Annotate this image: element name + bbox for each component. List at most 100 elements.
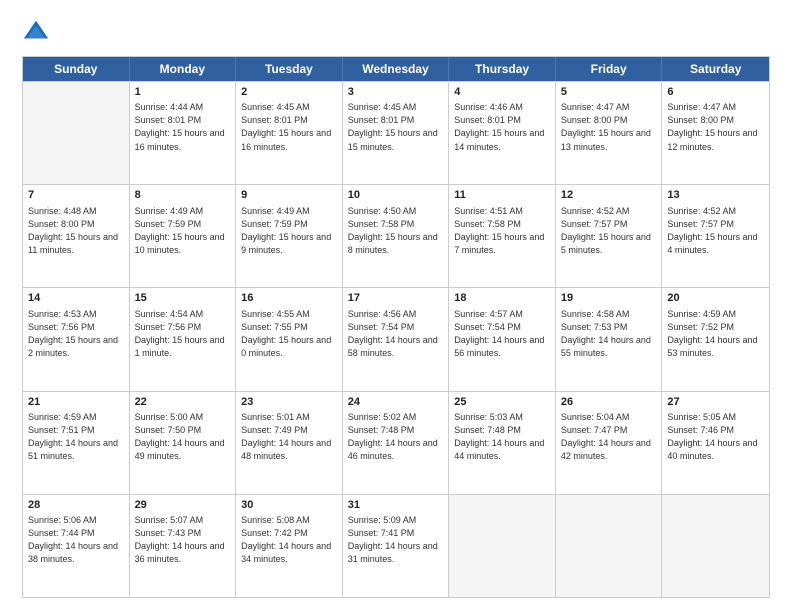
cell-info: Sunrise: 5:04 AMSunset: 7:47 PMDaylight:… — [561, 411, 657, 463]
cal-cell: 1Sunrise: 4:44 AMSunset: 8:01 PMDaylight… — [130, 82, 237, 184]
cal-cell: 3Sunrise: 4:45 AMSunset: 8:01 PMDaylight… — [343, 82, 450, 184]
header-day-sunday: Sunday — [23, 57, 130, 81]
cell-info: Sunrise: 4:55 AMSunset: 7:55 PMDaylight:… — [241, 308, 337, 360]
day-number: 25 — [454, 395, 550, 410]
cal-cell: 26Sunrise: 5:04 AMSunset: 7:47 PMDayligh… — [556, 392, 663, 494]
cal-cell: 13 Sunrise: 4:52 AMSunset: 7:57 PMDayligh… — [662, 185, 769, 287]
logo-icon — [22, 18, 50, 46]
cal-cell: 4Sunrise: 4:46 AMSunset: 8:01 PMDaylight… — [449, 82, 556, 184]
cal-cell: 16 Sunrise: 4:55 AMSunset: 7:55 PMDayligh… — [236, 288, 343, 390]
cal-cell: 18 Sunrise: 4:57 AMSunset: 7:54 PMDayligh… — [449, 288, 556, 390]
calendar-row-1: 1Sunrise: 4:44 AMSunset: 8:01 PMDaylight… — [23, 81, 769, 184]
cal-cell: 14 Sunrise: 4:53 AMSunset: 7:56 PMDayligh… — [23, 288, 130, 390]
cell-info: Sunrise: 5:03 AMSunset: 7:48 PMDaylight:… — [454, 411, 550, 463]
cell-info: Sunrise: 5:00 AMSunset: 7:50 PMDaylight:… — [135, 411, 231, 463]
cell-info: Sunrise: 5:06 AMSunset: 7:44 PMDaylight:… — [28, 514, 124, 566]
cal-cell: 7 Sunrise: 4:48 AMSunset: 8:00 PMDaylight… — [23, 185, 130, 287]
cal-cell — [556, 495, 663, 597]
calendar-row-4: 21Sunrise: 4:59 AMSunset: 7:51 PMDayligh… — [23, 391, 769, 494]
cell-info: Sunrise: 4:50 AMSunset: 7:58 PMDaylight:… — [348, 205, 444, 257]
day-number: 23 — [241, 395, 337, 410]
cal-cell: 31Sunrise: 5:09 AMSunset: 7:41 PMDayligh… — [343, 495, 450, 597]
cell-info: Sunrise: 5:02 AMSunset: 7:48 PMDaylight:… — [348, 411, 444, 463]
cal-cell: 12 Sunrise: 4:52 AMSunset: 7:57 PMDayligh… — [556, 185, 663, 287]
cell-info: Sunrise: 5:07 AMSunset: 7:43 PMDaylight:… — [135, 514, 231, 566]
header-day-tuesday: Tuesday — [236, 57, 343, 81]
day-number: 12 — [561, 188, 657, 203]
cal-cell: 8 Sunrise: 4:49 AMSunset: 7:59 PMDaylight… — [130, 185, 237, 287]
cal-cell: 20Sunrise: 4:59 AMSunset: 7:52 PMDayligh… — [662, 288, 769, 390]
day-number: 29 — [135, 498, 231, 513]
header-day-wednesday: Wednesday — [343, 57, 450, 81]
cal-cell: 10 Sunrise: 4:50 AMSunset: 7:58 PMDayligh… — [343, 185, 450, 287]
cell-info: Sunrise: 4:59 AMSunset: 7:52 PMDaylight:… — [667, 308, 764, 360]
day-number: 13 — [667, 188, 764, 203]
cal-cell: 11Sunrise: 4:51 AMSunset: 7:58 PMDayligh… — [449, 185, 556, 287]
day-number: 27 — [667, 395, 764, 410]
cal-cell: 9Sunrise: 4:49 AMSunset: 7:59 PMDaylight… — [236, 185, 343, 287]
cal-cell — [662, 495, 769, 597]
day-number: 3 — [348, 85, 444, 100]
header — [22, 18, 770, 46]
day-number: 4 — [454, 85, 550, 100]
day-number: 22 — [135, 395, 231, 410]
cell-info: Sunrise: 5:05 AMSunset: 7:46 PMDaylight:… — [667, 411, 764, 463]
cal-cell: 22Sunrise: 5:00 AMSunset: 7:50 PMDayligh… — [130, 392, 237, 494]
cal-cell — [449, 495, 556, 597]
logo — [22, 18, 54, 46]
cell-info: Sunrise: 4:49 AMSunset: 7:59 PMDaylight:… — [135, 205, 231, 257]
cell-info: Sunrise: 4:56 AMSunset: 7:54 PMDaylight:… — [348, 308, 444, 360]
cell-info: Sunrise: 4:46 AMSunset: 8:01 PMDaylight:… — [454, 101, 550, 153]
day-number: 2 — [241, 85, 337, 100]
cal-cell: 17 Sunrise: 4:56 AMSunset: 7:54 PMDayligh… — [343, 288, 450, 390]
day-number: 1 — [135, 85, 231, 100]
cal-cell: 2Sunrise: 4:45 AMSunset: 8:01 PMDaylight… — [236, 82, 343, 184]
day-number: 5 — [561, 85, 657, 100]
cell-info: Sunrise: 5:09 AMSunset: 7:41 PMDaylight:… — [348, 514, 444, 566]
day-number: 19 — [561, 291, 657, 306]
cal-cell: 24Sunrise: 5:02 AMSunset: 7:48 PMDayligh… — [343, 392, 450, 494]
cal-cell: 6Sunrise: 4:47 AMSunset: 8:00 PMDaylight… — [662, 82, 769, 184]
calendar-row-5: 28Sunrise: 5:06 AMSunset: 7:44 PMDayligh… — [23, 494, 769, 597]
cal-cell: 5Sunrise: 4:47 AMSunset: 8:00 PMDaylight… — [556, 82, 663, 184]
day-number: 18 — [454, 291, 550, 306]
day-number: 30 — [241, 498, 337, 513]
header-day-friday: Friday — [556, 57, 663, 81]
day-number: 9 — [241, 188, 337, 203]
day-number: 14 — [28, 291, 124, 306]
header-day-monday: Monday — [130, 57, 237, 81]
cell-info: Sunrise: 4:53 AMSunset: 7:56 PMDaylight:… — [28, 308, 124, 360]
cell-info: Sunrise: 4:52 AMSunset: 7:57 PMDaylight:… — [561, 205, 657, 257]
cell-info: Sunrise: 5:01 AMSunset: 7:49 PMDaylight:… — [241, 411, 337, 463]
cal-cell: 21Sunrise: 4:59 AMSunset: 7:51 PMDayligh… — [23, 392, 130, 494]
cell-info: Sunrise: 4:52 AMSunset: 7:57 PMDaylight:… — [667, 205, 764, 257]
cal-cell: 27Sunrise: 5:05 AMSunset: 7:46 PMDayligh… — [662, 392, 769, 494]
day-number: 15 — [135, 291, 231, 306]
cal-cell: 19Sunrise: 4:58 AMSunset: 7:53 PMDayligh… — [556, 288, 663, 390]
cal-cell: 30Sunrise: 5:08 AMSunset: 7:42 PMDayligh… — [236, 495, 343, 597]
calendar-row-3: 14 Sunrise: 4:53 AMSunset: 7:56 PMDayligh… — [23, 287, 769, 390]
day-number: 8 — [135, 188, 231, 203]
cell-info: Sunrise: 4:57 AMSunset: 7:54 PMDaylight:… — [454, 308, 550, 360]
header-day-saturday: Saturday — [662, 57, 769, 81]
cal-cell — [23, 82, 130, 184]
cal-cell: 25Sunrise: 5:03 AMSunset: 7:48 PMDayligh… — [449, 392, 556, 494]
day-number: 26 — [561, 395, 657, 410]
day-number: 16 — [241, 291, 337, 306]
calendar-header: SundayMondayTuesdayWednesdayThursdayFrid… — [23, 57, 769, 81]
day-number: 6 — [667, 85, 764, 100]
day-number: 17 — [348, 291, 444, 306]
calendar-body: 1Sunrise: 4:44 AMSunset: 8:01 PMDaylight… — [23, 81, 769, 597]
cell-info: Sunrise: 4:45 AMSunset: 8:01 PMDaylight:… — [348, 101, 444, 153]
cell-info: Sunrise: 4:48 AMSunset: 8:00 PMDaylight:… — [28, 205, 124, 257]
cell-info: Sunrise: 4:54 AMSunset: 7:56 PMDaylight:… — [135, 308, 231, 360]
day-number: 21 — [28, 395, 124, 410]
day-number: 28 — [28, 498, 124, 513]
day-number: 11 — [454, 188, 550, 203]
day-number: 24 — [348, 395, 444, 410]
day-number: 10 — [348, 188, 444, 203]
day-number: 7 — [28, 188, 124, 203]
cell-info: Sunrise: 4:47 AMSunset: 8:00 PMDaylight:… — [561, 101, 657, 153]
cell-info: Sunrise: 5:08 AMSunset: 7:42 PMDaylight:… — [241, 514, 337, 566]
header-day-thursday: Thursday — [449, 57, 556, 81]
